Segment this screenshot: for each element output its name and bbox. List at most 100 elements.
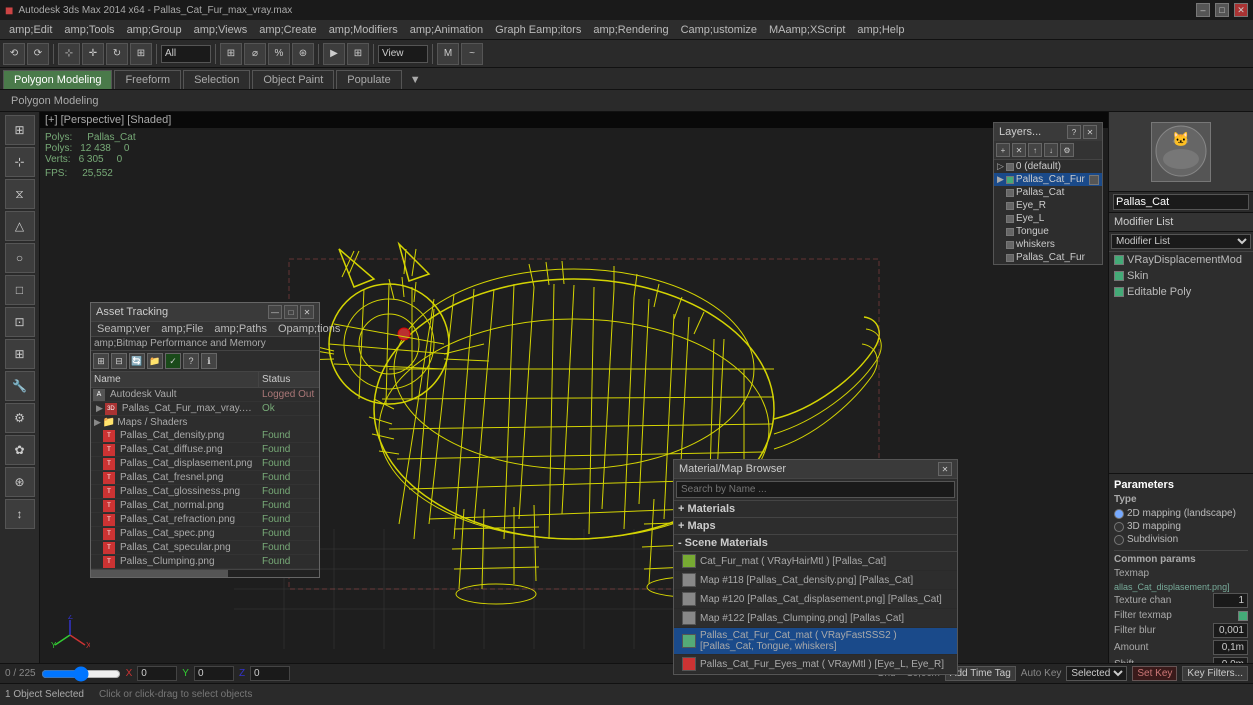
asset-scrollbar[interactable] (91, 569, 319, 577)
mat-item-map122[interactable]: Map #122 [Pallas_Clumping.png] [Pallas_C… (674, 609, 957, 628)
tab-extra[interactable]: ▼ (404, 71, 427, 89)
param-amount-input[interactable] (1213, 640, 1248, 655)
asset-btn-1[interactable]: ⊞ (93, 353, 109, 369)
layer-item-fur[interactable]: ▶ Pallas_Cat_Fur (994, 173, 1102, 186)
asset-close-button[interactable]: ✕ (300, 305, 314, 319)
percent-snap-button[interactable]: % (268, 43, 290, 65)
object-name-input[interactable] (1113, 194, 1249, 210)
material-editor-button[interactable]: M (437, 43, 459, 65)
tab-object-paint[interactable]: Object Paint (252, 70, 334, 89)
asset-menu-options[interactable]: Opamp;tions (275, 323, 343, 335)
asset-menu-server[interactable]: Seamp;ver (94, 323, 153, 335)
left-btn-2[interactable]: ⊹ (5, 147, 35, 177)
curve-editor-button[interactable]: ~ (461, 43, 483, 65)
asset-row-specular[interactable]: T Pallas_Cat_specular.png Found (91, 541, 319, 555)
asset-row-fresnel[interactable]: T Pallas_Cat_fresnel.png Found (91, 471, 319, 485)
asset-row-displasement[interactable]: T Pallas_Cat_displasement.png Found (91, 457, 319, 471)
mat-item-eyesmat[interactable]: Pallas_Cat_Fur_Eyes_mat ( VRayMtl ) [Eye… (674, 655, 957, 674)
left-btn-4[interactable]: △ (5, 211, 35, 241)
asset-row-glossiness[interactable]: T Pallas_Cat_glossiness.png Found (91, 485, 319, 499)
render-button[interactable]: ▶ (323, 43, 345, 65)
layers-delete-btn[interactable]: ✕ (1012, 143, 1026, 157)
coord-y-input[interactable] (194, 666, 234, 681)
menu-item-maxscript[interactable]: MAamp;XScript (763, 22, 851, 38)
modifier-item-editpoly[interactable]: Editable Poly (1109, 284, 1253, 300)
layers-close-button[interactable]: ✕ (1083, 125, 1097, 139)
menu-item-animation[interactable]: amp;Animation (404, 22, 489, 38)
asset-btn-search[interactable]: ? (183, 353, 199, 369)
menu-item-tools[interactable]: amp;Tools (58, 22, 120, 38)
asset-restore-button[interactable]: □ (284, 305, 298, 319)
tab-selection[interactable]: Selection (183, 70, 250, 89)
mat-materials-label[interactable]: + Materials (678, 503, 953, 515)
viewport[interactable]: [+] [Perspective] [Shaded] Polys: Pallas… (40, 112, 1108, 705)
asset-row-density[interactable]: T Pallas_Cat_density.png Found (91, 429, 319, 443)
subbar-polygon-modeling[interactable]: Polygon Modeling (5, 94, 104, 108)
menu-item-customize[interactable]: Camp;ustomize (675, 22, 763, 38)
move-button[interactable]: ✛ (82, 43, 104, 65)
undo-button[interactable]: ⟲ (3, 43, 25, 65)
asset-row-maxfile[interactable]: ▶ 3D Pallas_Cat_Fur_max_vray.max Ok (91, 402, 319, 416)
left-btn-6[interactable]: □ (5, 275, 35, 305)
mat-item-map120[interactable]: Map #120 [Pallas_Cat_displasement.png] [… (674, 590, 957, 609)
menu-item-edit[interactable]: amp;Edit (3, 22, 58, 38)
left-btn-9[interactable]: 🔧 (5, 371, 35, 401)
layers-move-up-btn[interactable]: ↑ (1028, 143, 1042, 157)
asset-row-normal[interactable]: T Pallas_Cat_normal.png Found (91, 499, 319, 513)
param-radio-3d[interactable]: 3D mapping (1114, 521, 1248, 532)
param-texchan-input[interactable] (1213, 593, 1248, 608)
menu-item-create[interactable]: amp;Create (253, 22, 322, 38)
maximize-button[interactable]: □ (1215, 3, 1229, 17)
title-bar-right[interactable]: – □ ✕ (1196, 3, 1248, 17)
left-btn-7[interactable]: ⊡ (5, 307, 35, 337)
mat-item-catfurmat[interactable]: Pallas_Cat_Fur_Cat_mat ( VRayFastSSS2 ) … (674, 628, 957, 655)
select-button[interactable]: ⊹ (58, 43, 80, 65)
left-btn-8[interactable]: ⊞ (5, 339, 35, 369)
layer-item-tongue[interactable]: Tongue (994, 225, 1102, 238)
mat-item-map118[interactable]: Map #118 [Pallas_Cat_density.png] [Palla… (674, 571, 957, 590)
asset-row-vault[interactable]: A Autodesk Vault Logged Out (91, 388, 319, 402)
timeline-slider[interactable] (41, 670, 121, 678)
modifier-list-select[interactable]: Modifier List (1111, 234, 1251, 249)
left-btn-10[interactable]: ⚙ (5, 403, 35, 433)
asset-scrollbar-thumb[interactable] (91, 570, 228, 577)
mat-maps-label[interactable]: + Maps (678, 520, 953, 532)
param-filtertexmap-checkbox[interactable] (1238, 611, 1248, 621)
layer-item-whiskers[interactable]: whiskers (994, 238, 1102, 251)
set-key-button[interactable]: Set Key (1132, 666, 1177, 681)
asset-row-clumping[interactable]: T Pallas_Clumping.png Found (91, 555, 319, 569)
scale-button[interactable]: ⊞ (130, 43, 152, 65)
left-btn-13[interactable]: ↕ (5, 499, 35, 529)
asset-btn-info[interactable]: ℹ (201, 353, 217, 369)
menu-item-group[interactable]: amp;Group (121, 22, 188, 38)
layers-settings-btn[interactable]: ⚙ (1060, 143, 1074, 157)
menu-item-graph[interactable]: Graph Eamp;itors (489, 22, 587, 38)
modifier-item-skin[interactable]: Skin (1109, 268, 1253, 284)
asset-btn-3[interactable]: 🔄 (129, 353, 145, 369)
render-setup-button[interactable]: ⊞ (347, 43, 369, 65)
mat-close-button[interactable]: ✕ (938, 462, 952, 476)
asset-btn-4[interactable]: 📁 (147, 353, 163, 369)
snap-button[interactable]: ⊞ (220, 43, 242, 65)
modifier-item-vray-disp[interactable]: VRayDisplacementMod (1109, 252, 1253, 268)
menu-item-rendering[interactable]: amp;Rendering (587, 22, 674, 38)
select-filter-input[interactable] (161, 45, 211, 63)
asset-btn-2[interactable]: ⊟ (111, 353, 127, 369)
layer-item-eyel[interactable]: Eye_L (994, 212, 1102, 225)
minimize-button[interactable]: – (1196, 3, 1210, 17)
asset-row-spec[interactable]: T Pallas_Cat_spec.png Found (91, 527, 319, 541)
param-radio-subdiv[interactable]: Subdivision (1114, 534, 1248, 545)
left-btn-11[interactable]: ✿ (5, 435, 35, 465)
viewport-selector[interactable] (378, 45, 428, 63)
layer-item-catfur2[interactable]: Pallas_Cat_Fur (994, 251, 1102, 264)
asset-row-diffuse[interactable]: T Pallas_Cat_diffuse.png Found (91, 443, 319, 457)
menu-item-help[interactable]: amp;Help (851, 22, 910, 38)
asset-menu-paths[interactable]: amp;Paths (211, 323, 270, 335)
layers-minimize-button[interactable]: ? (1067, 125, 1081, 139)
layer-item-cat[interactable]: Pallas_Cat (994, 186, 1102, 199)
mat-search-input[interactable] (676, 481, 955, 498)
spinner-snap-button[interactable]: ⊛ (292, 43, 314, 65)
param-filterblur-input[interactable] (1213, 623, 1248, 638)
redo-button[interactable]: ⟳ (27, 43, 49, 65)
rotate-button[interactable]: ↻ (106, 43, 128, 65)
